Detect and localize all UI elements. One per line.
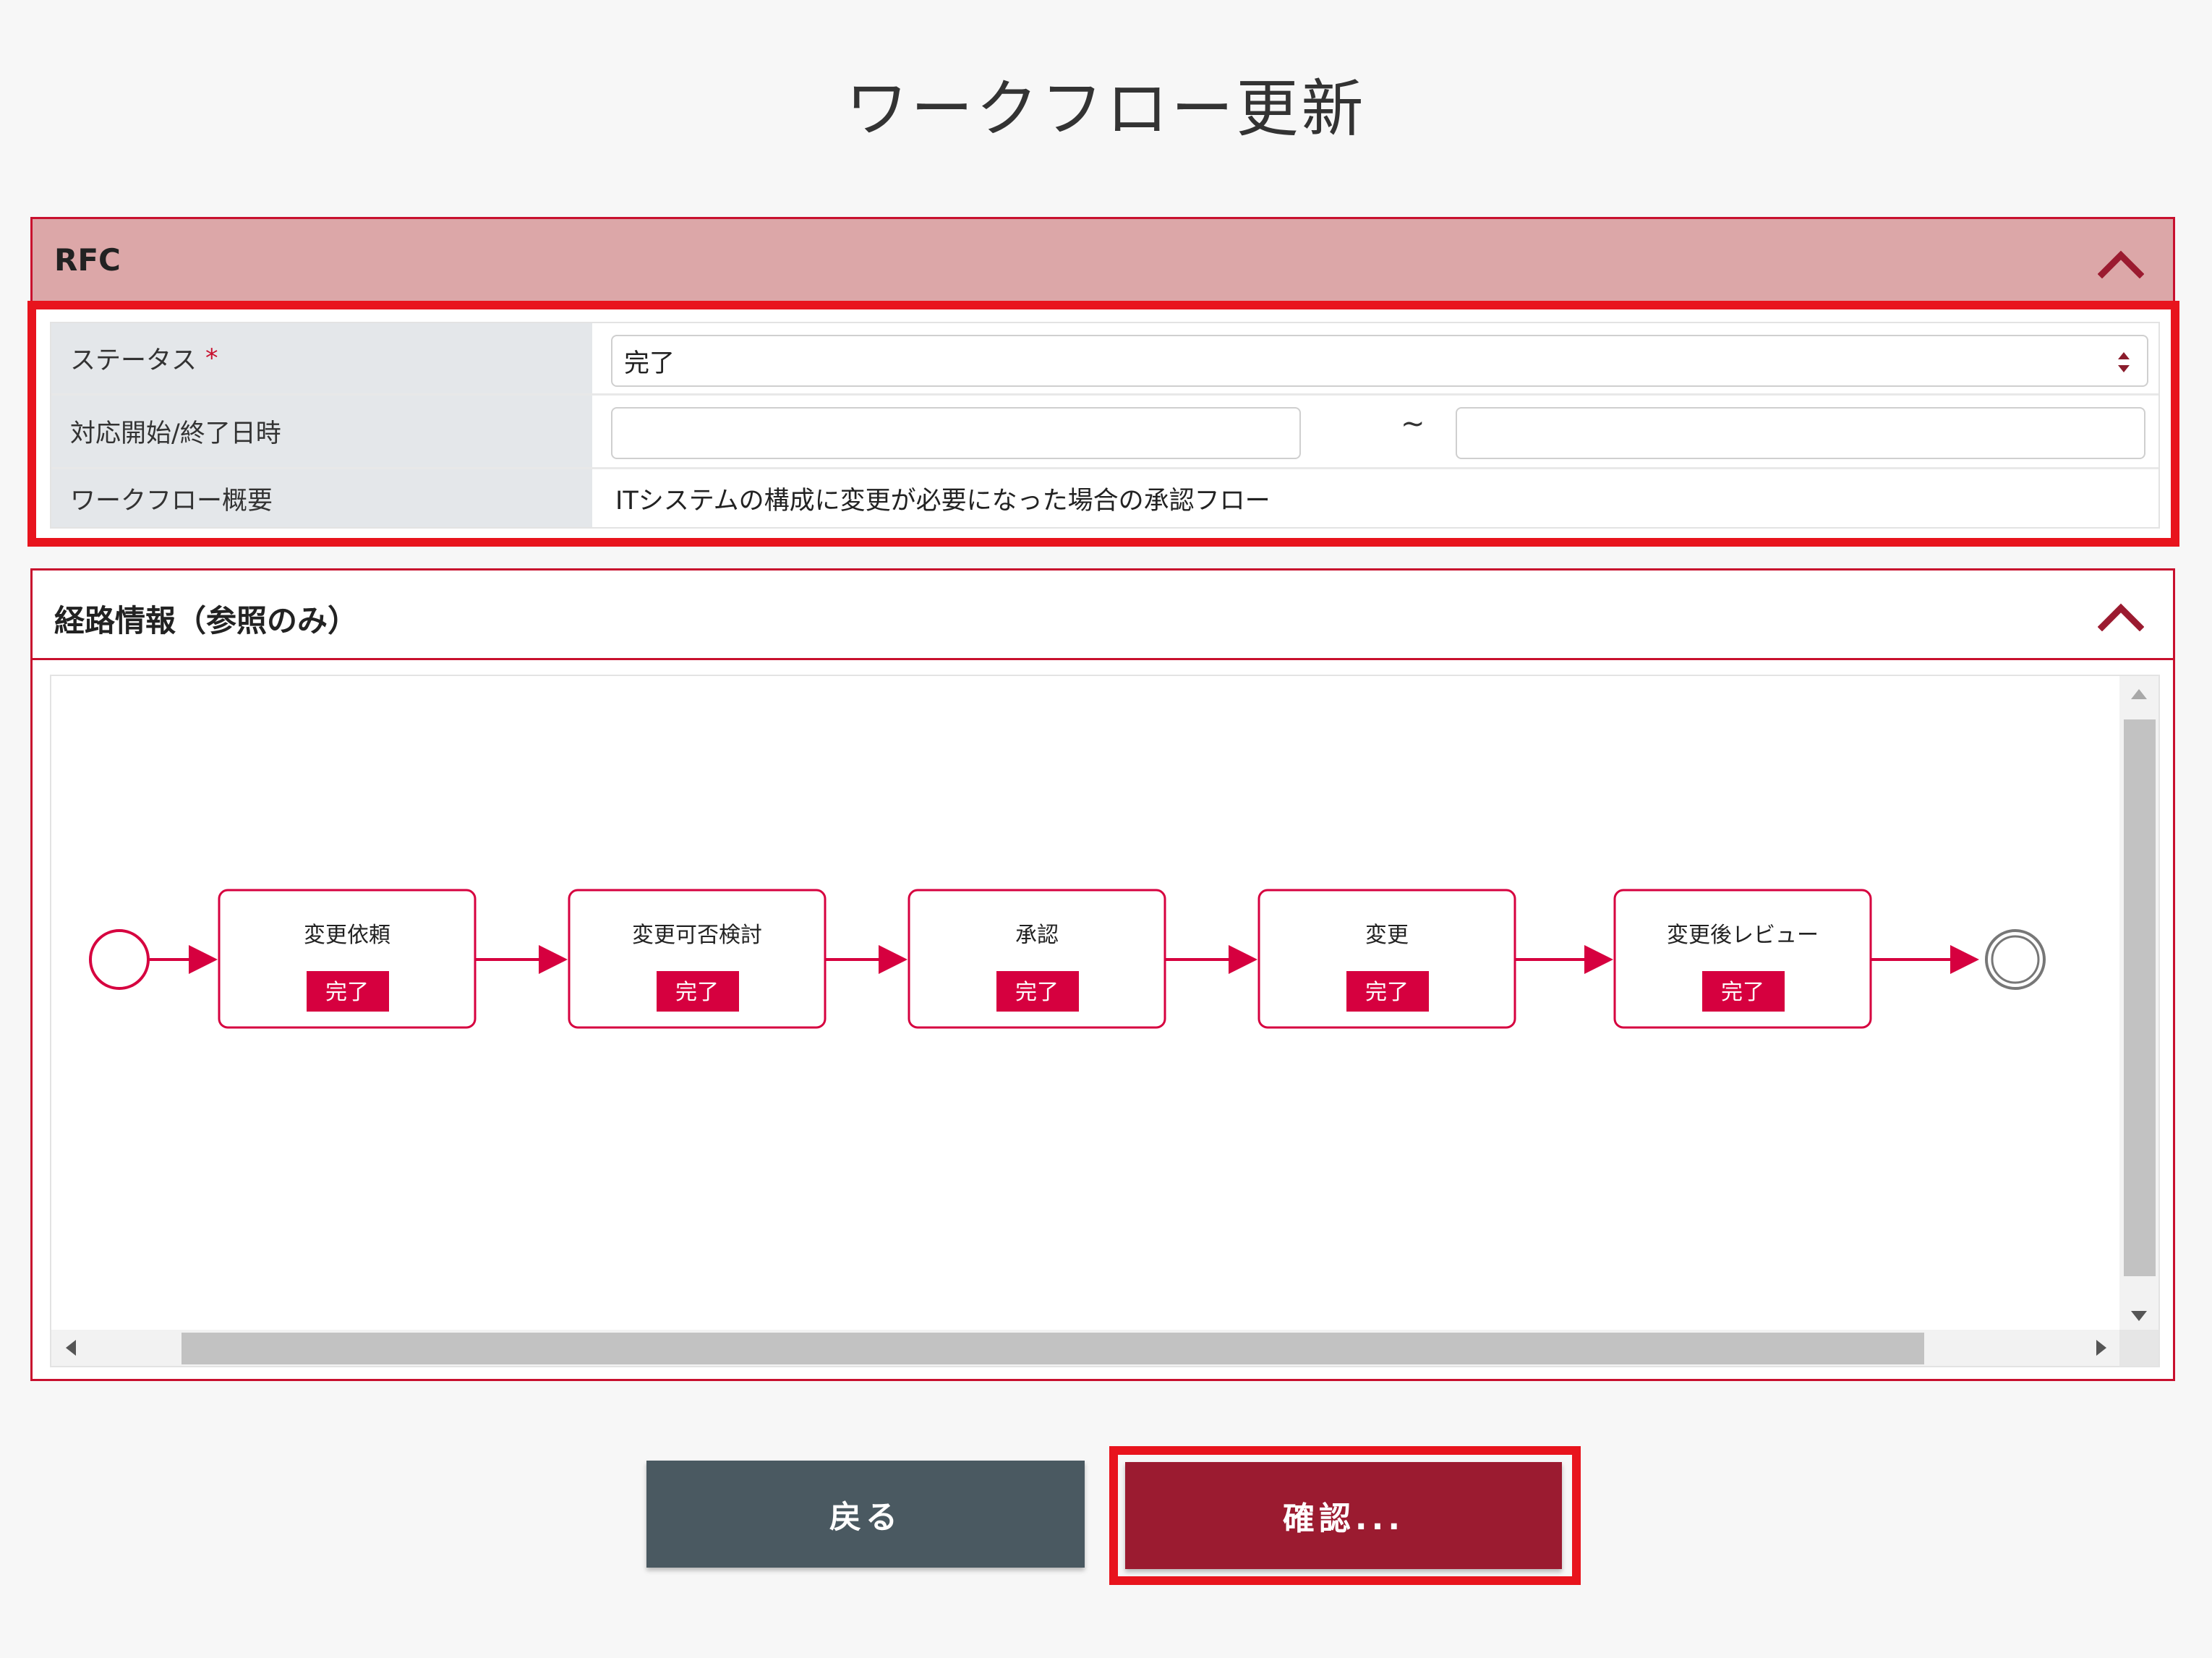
rfc-panel-header[interactable]: RFC	[33, 219, 2173, 306]
period-start-input[interactable]	[611, 407, 1301, 459]
status-select-value: 完了	[624, 349, 675, 378]
scroll-left-icon[interactable]	[60, 1337, 82, 1359]
workflow-step-name: 承認	[1015, 923, 1059, 948]
rfc-form: ステータス * 完了 対応開始/終了日時 ~ ワークフロー概要 ITシステムの構…	[50, 322, 2160, 529]
start-event-icon	[89, 929, 150, 990]
end-event-icon	[1985, 929, 2046, 990]
scroll-corner	[2119, 1330, 2158, 1366]
rfc-panel: RFC ステータス * 完了 対応開始/終了日時 ~ ワークフロー概要 ITシス…	[30, 217, 2175, 542]
rfc-panel-title: RFC	[54, 242, 121, 278]
page-title: ワークフロー更新	[845, 73, 1367, 145]
workflow-step-status: 完了	[1015, 980, 1059, 1005]
route-panel-header[interactable]: 経路情報（参照のみ）	[33, 571, 2173, 660]
workflow-diagram: 変更依頼 完了 変更可否検討 完了 承認 完了 変更 完了 変更後レビュー 完了	[50, 675, 2160, 1367]
workflow-step-name: 変更可否検討	[632, 923, 762, 948]
period-separator: ~	[1401, 407, 1425, 440]
route-panel: 経路情報（参照のみ） 変更依頼 完了 変更可否検討 完了 承認 完了 変更 完了 変更後レビュー…	[30, 568, 2175, 1381]
confirm-button[interactable]: 確認...	[1125, 1462, 1562, 1569]
chevron-up-icon[interactable]	[2098, 249, 2144, 278]
select-arrows-icon	[2118, 352, 2130, 372]
scroll-right-icon[interactable]	[2091, 1337, 2112, 1359]
status-select[interactable]: 完了	[611, 335, 2148, 387]
workflow-step-status: 完了	[1365, 980, 1409, 1005]
workflow-step-name: 変更依頼	[304, 923, 390, 948]
vertical-scrollbar[interactable]	[2119, 676, 2158, 1333]
workflow-step-name: 変更後レビュー	[1667, 923, 1819, 948]
period-end-input[interactable]	[1456, 407, 2145, 459]
period-row: 対応開始/終了日時 ~	[51, 396, 2158, 469]
status-row: ステータス * 完了	[51, 323, 2158, 396]
status-label-text: ステータス	[70, 346, 197, 375]
workflow-step-name: 変更	[1365, 923, 1409, 948]
route-panel-title: 経路情報（参照のみ）	[54, 603, 359, 638]
period-label: 対応開始/終了日時	[51, 396, 592, 467]
back-button[interactable]: 戻る	[646, 1461, 1085, 1568]
summary-row: ワークフロー概要 ITシステムの構成に変更が必要になった場合の承認フロー	[51, 469, 2158, 527]
workflow-step-status: 完了	[675, 980, 719, 1005]
required-mark: *	[205, 343, 218, 373]
horizontal-scrollbar[interactable]	[51, 1330, 2122, 1366]
scroll-up-icon[interactable]	[2128, 683, 2150, 705]
summary-value: ITシステムの構成に変更が必要になった場合の承認フロー	[615, 486, 1271, 516]
status-label: ステータス *	[51, 323, 592, 393]
vertical-scroll-thumb[interactable]	[2124, 719, 2156, 1276]
summary-label: ワークフロー概要	[51, 469, 592, 527]
scroll-down-icon[interactable]	[2128, 1305, 2150, 1327]
chevron-up-icon[interactable]	[2098, 602, 2144, 631]
horizontal-scroll-thumb[interactable]	[182, 1333, 1924, 1364]
workflow-step-status: 完了	[1721, 980, 1764, 1005]
workflow-diagram-canvas: 変更依頼完了変更可否検討完了承認完了変更完了変更後レビュー完了	[89, 889, 2046, 1029]
workflow-step-status: 完了	[325, 980, 369, 1005]
